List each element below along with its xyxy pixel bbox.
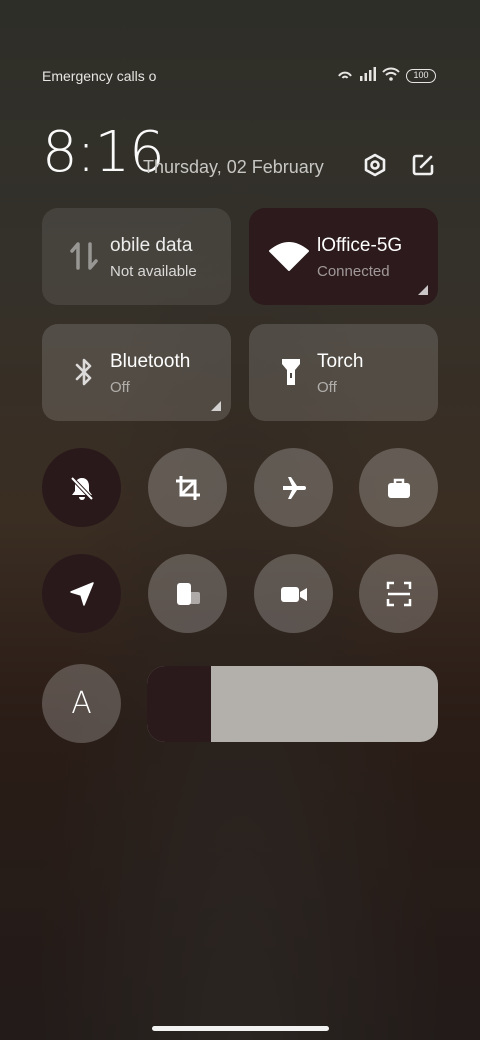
edit-icon[interactable]	[410, 152, 436, 178]
tile-wifi-title: lOffice-5G	[317, 235, 403, 256]
settings-icon[interactable]	[362, 152, 388, 178]
wifi-icon	[269, 240, 309, 272]
tile-wifi-status: Connected	[317, 263, 390, 280]
status-bar: Emergency calls o 100	[42, 66, 436, 86]
toggle-screen-recorder[interactable]	[254, 554, 333, 633]
home-gesture-bar[interactable]	[152, 1026, 329, 1031]
clock-row: 8:16 Thursday, 02 February	[42, 124, 436, 184]
tile-bluetooth[interactable]: Bluetooth Off	[42, 324, 231, 421]
toggle-floating-window[interactable]	[148, 554, 227, 633]
tile-torch[interactable]: Torch Off	[249, 324, 438, 421]
tile-bluetooth-title: Bluetooth	[110, 351, 191, 372]
signal-icon	[360, 66, 376, 86]
clock-date: Thursday, 02 February	[143, 157, 324, 177]
brightness-slider[interactable]	[147, 666, 438, 742]
tile-torch-status: Off	[317, 379, 337, 396]
tile-wifi[interactable]: lOffice-5G Connected	[249, 208, 438, 305]
expand-corner-icon[interactable]	[211, 401, 221, 411]
carrier-status-text: Emergency calls o	[42, 68, 157, 84]
toggle-scanner[interactable]	[359, 554, 438, 633]
briefcase-icon	[387, 478, 410, 498]
airplane-icon	[282, 476, 306, 499]
auto-brightness-toggle[interactable]: A	[42, 664, 121, 743]
battery-icon: 100	[406, 69, 436, 83]
hotspot-icon	[336, 67, 354, 86]
tile-torch-title: Torch	[317, 351, 364, 372]
toggle-airplane-mode[interactable]	[254, 448, 333, 527]
scan-icon	[386, 581, 411, 606]
location-arrow-icon	[69, 581, 94, 606]
auto-brightness-label: A	[71, 686, 92, 721]
toggle-work-profile[interactable]	[359, 448, 438, 527]
crop-icon	[175, 475, 200, 500]
tile-mobile-data[interactable]: obile data Not available	[42, 208, 231, 305]
expand-corner-icon[interactable]	[418, 285, 428, 295]
tile-bluetooth-status: Off	[110, 379, 130, 396]
toggle-location[interactable]	[42, 554, 121, 633]
status-icons: 100	[336, 66, 436, 86]
flashlight-icon	[275, 356, 307, 388]
bell-off-icon	[70, 476, 93, 500]
header-actions	[362, 152, 436, 178]
wifi-icon	[382, 67, 400, 86]
toggle-screenshot[interactable]	[148, 448, 227, 527]
tile-mobile-data-title: obile data	[110, 235, 193, 256]
floating-window-icon	[176, 582, 200, 605]
video-camera-icon	[280, 586, 307, 602]
brightness-level	[147, 666, 212, 742]
bluetooth-icon	[68, 356, 100, 388]
toggle-mute[interactable]	[42, 448, 121, 527]
tile-mobile-data-status: Not available	[110, 263, 197, 280]
mobile-data-icon	[68, 240, 100, 272]
